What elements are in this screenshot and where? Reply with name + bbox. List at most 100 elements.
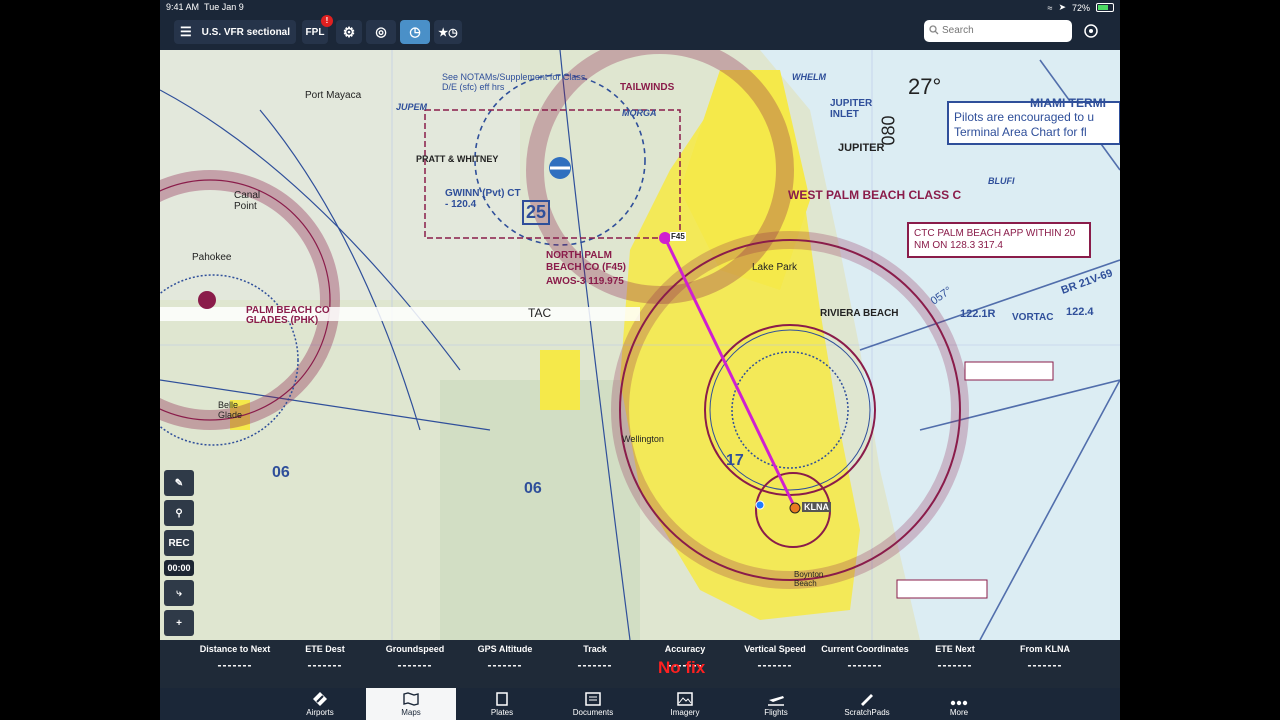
- plus-icon: +: [176, 617, 182, 629]
- timer-value: 00:00: [167, 563, 191, 573]
- wellington-label: Wellington: [622, 434, 664, 444]
- pencil-icon: ✎: [174, 477, 184, 489]
- tab-scratchpads[interactable]: ScratchPads: [822, 688, 912, 720]
- vortac-label: VORTAC: [1012, 312, 1054, 323]
- sectional-chart-map[interactable]: WEST PALM BEACH CLASS C CTC PALM BEACH A…: [160, 50, 1120, 640]
- instrument-cell[interactable]: ETE Next -------: [910, 644, 1000, 672]
- klna-airport-label[interactable]: KLNA: [802, 502, 831, 512]
- tab-flights[interactable]: Flights: [731, 688, 821, 720]
- imagery-icon: [677, 692, 693, 706]
- instrument-label: Vertical Speed: [744, 644, 806, 654]
- fpl-alert-badge: !: [321, 15, 333, 27]
- instrument-cell[interactable]: Current Coordinates -------: [820, 644, 910, 672]
- instrument-label: From KLNA: [1020, 644, 1070, 654]
- tab-airports[interactable]: Airports: [275, 688, 365, 720]
- miami-terminal-label: MIAMI TERMI: [1030, 96, 1106, 110]
- instrument-label: Distance to Next: [199, 644, 271, 654]
- awos-label: AWOS-3 119.975: [546, 276, 624, 287]
- rec-label: REC: [168, 537, 190, 549]
- instrument-label: Accuracy: [664, 644, 706, 654]
- tab-maps[interactable]: Maps: [366, 688, 456, 720]
- draw-button[interactable]: ✎: [164, 470, 194, 496]
- instrument-cell[interactable]: Groundspeed -------: [370, 644, 460, 672]
- documents-icon: [585, 692, 601, 706]
- tab-imagery[interactable]: Imagery: [640, 688, 730, 720]
- mef-17-label: 17: [726, 452, 744, 469]
- wifi-icon: ≈: [1047, 2, 1053, 13]
- riviera-beach-label: RIVIERA BEACH: [820, 308, 899, 319]
- instrument-strip[interactable]: Distance to Next ------- ETE Dest ------- Gr…: [160, 640, 1120, 688]
- fpl-label: FPL: [305, 26, 325, 38]
- north-palm-beach-label: NORTH PALM BEACH CO (F45): [546, 250, 627, 273]
- more-icon: [950, 700, 968, 706]
- favorites-button[interactable]: ★◷: [434, 20, 462, 44]
- chart-type-label: U.S. VFR sectional: [201, 26, 291, 38]
- tab-more[interactable]: More: [914, 688, 1004, 720]
- pin-button[interactable]: ⚲: [164, 500, 194, 526]
- tab-documents-label: Documents: [572, 708, 614, 717]
- notam-note: See NOTAMs/Supplement for Class D/E (sfc…: [442, 72, 586, 92]
- search-input[interactable]: [940, 24, 1064, 37]
- globe-icon: ◎: [375, 24, 387, 39]
- gps-settings-icon[interactable]: [1082, 22, 1100, 40]
- instrument-label: Current Coordinates: [821, 644, 909, 654]
- tab-airports-label: Airports: [306, 708, 334, 717]
- mef-06-center-label: 06: [524, 480, 542, 497]
- tab-plates[interactable]: Plates: [457, 688, 547, 720]
- compass-icon: ◷: [409, 24, 421, 39]
- instrument-value: -------: [577, 658, 613, 672]
- zoom-in-button[interactable]: +: [164, 610, 194, 636]
- ctc-approach-box: CTC PALM BEACH APP WITHIN 20 NM ON 128.3…: [914, 228, 1076, 251]
- instrument-cell[interactable]: Vertical Speed -------: [730, 644, 820, 672]
- instrument-value: -------: [487, 658, 523, 672]
- tab-flights-label: Flights: [764, 708, 788, 717]
- instrument-cell[interactable]: ETE Dest -------: [280, 644, 370, 672]
- instrument-cell[interactable]: From KLNA -------: [1000, 644, 1090, 672]
- track-up-button[interactable]: ◷: [400, 20, 430, 44]
- location-icon: ➤: [1058, 2, 1066, 12]
- tab-more-label: More: [949, 708, 969, 717]
- f45-airport-label[interactable]: F45: [670, 232, 686, 241]
- freq-1221r-label: 122.1R: [960, 308, 996, 320]
- flights-icon: [768, 696, 784, 706]
- gwinn-label: GWINN (Pvt) CT - 120.4: [445, 188, 521, 210]
- tab-documents[interactable]: Documents: [548, 688, 638, 720]
- instrument-value: -------: [937, 658, 973, 672]
- instrument-value: -------: [847, 658, 883, 672]
- gear-icon: ⚙: [342, 23, 356, 40]
- scratchpad-icon: [861, 694, 873, 706]
- tab-scratchpads-label: ScratchPads: [844, 708, 890, 717]
- instrument-label: GPS Altitude: [477, 644, 533, 654]
- instrument-label: Groundspeed: [385, 644, 445, 654]
- pratt-whitney-label: PRATT & WHITNEY: [416, 154, 499, 164]
- whelm-fix-label: WHELM: [792, 72, 826, 82]
- port-mayaca-label: Port Mayaca: [305, 90, 362, 101]
- tab-imagery-label: Imagery: [670, 708, 700, 717]
- instrument-value: -------: [217, 658, 253, 672]
- instrument-cell[interactable]: GPS Altitude -------: [460, 644, 550, 672]
- instrument-label: ETE Dest: [305, 644, 345, 654]
- route-button[interactable]: ⤷: [164, 580, 194, 606]
- record-button[interactable]: REC: [164, 530, 194, 556]
- instrument-value: -------: [397, 658, 433, 672]
- tab-maps-label: Maps: [401, 708, 421, 717]
- chart-type-button[interactable]: ☰ U.S. VFR sectional: [174, 20, 296, 44]
- battery-percent: 72%: [1071, 2, 1090, 13]
- route-icon: ⤷: [176, 587, 182, 599]
- tac-label: TAC: [528, 306, 552, 320]
- latitude-label: 27°: [908, 74, 942, 99]
- jupem-fix-label: JUPEM: [396, 102, 428, 112]
- map-side-tools: ✎ ⚲ REC 00:00 ⤷ + −: [164, 470, 194, 640]
- pahokee-label: Pahokee: [192, 252, 232, 263]
- plates-icon: [496, 692, 508, 706]
- search-icon: [929, 25, 939, 35]
- record-timer: 00:00: [164, 560, 194, 576]
- instrument-cell[interactable]: Distance to Next -------: [190, 644, 280, 672]
- overlay-button[interactable]: ◎: [366, 20, 396, 44]
- settings-gear-button[interactable]: ⚙: [336, 20, 362, 44]
- fpl-button[interactable]: FPL !: [302, 15, 333, 44]
- search-box[interactable]: [924, 20, 1072, 42]
- instrument-cell[interactable]: Track -------: [550, 644, 640, 672]
- class-c-label: WEST PALM BEACH CLASS C: [788, 188, 962, 202]
- map-icon: [403, 692, 419, 706]
